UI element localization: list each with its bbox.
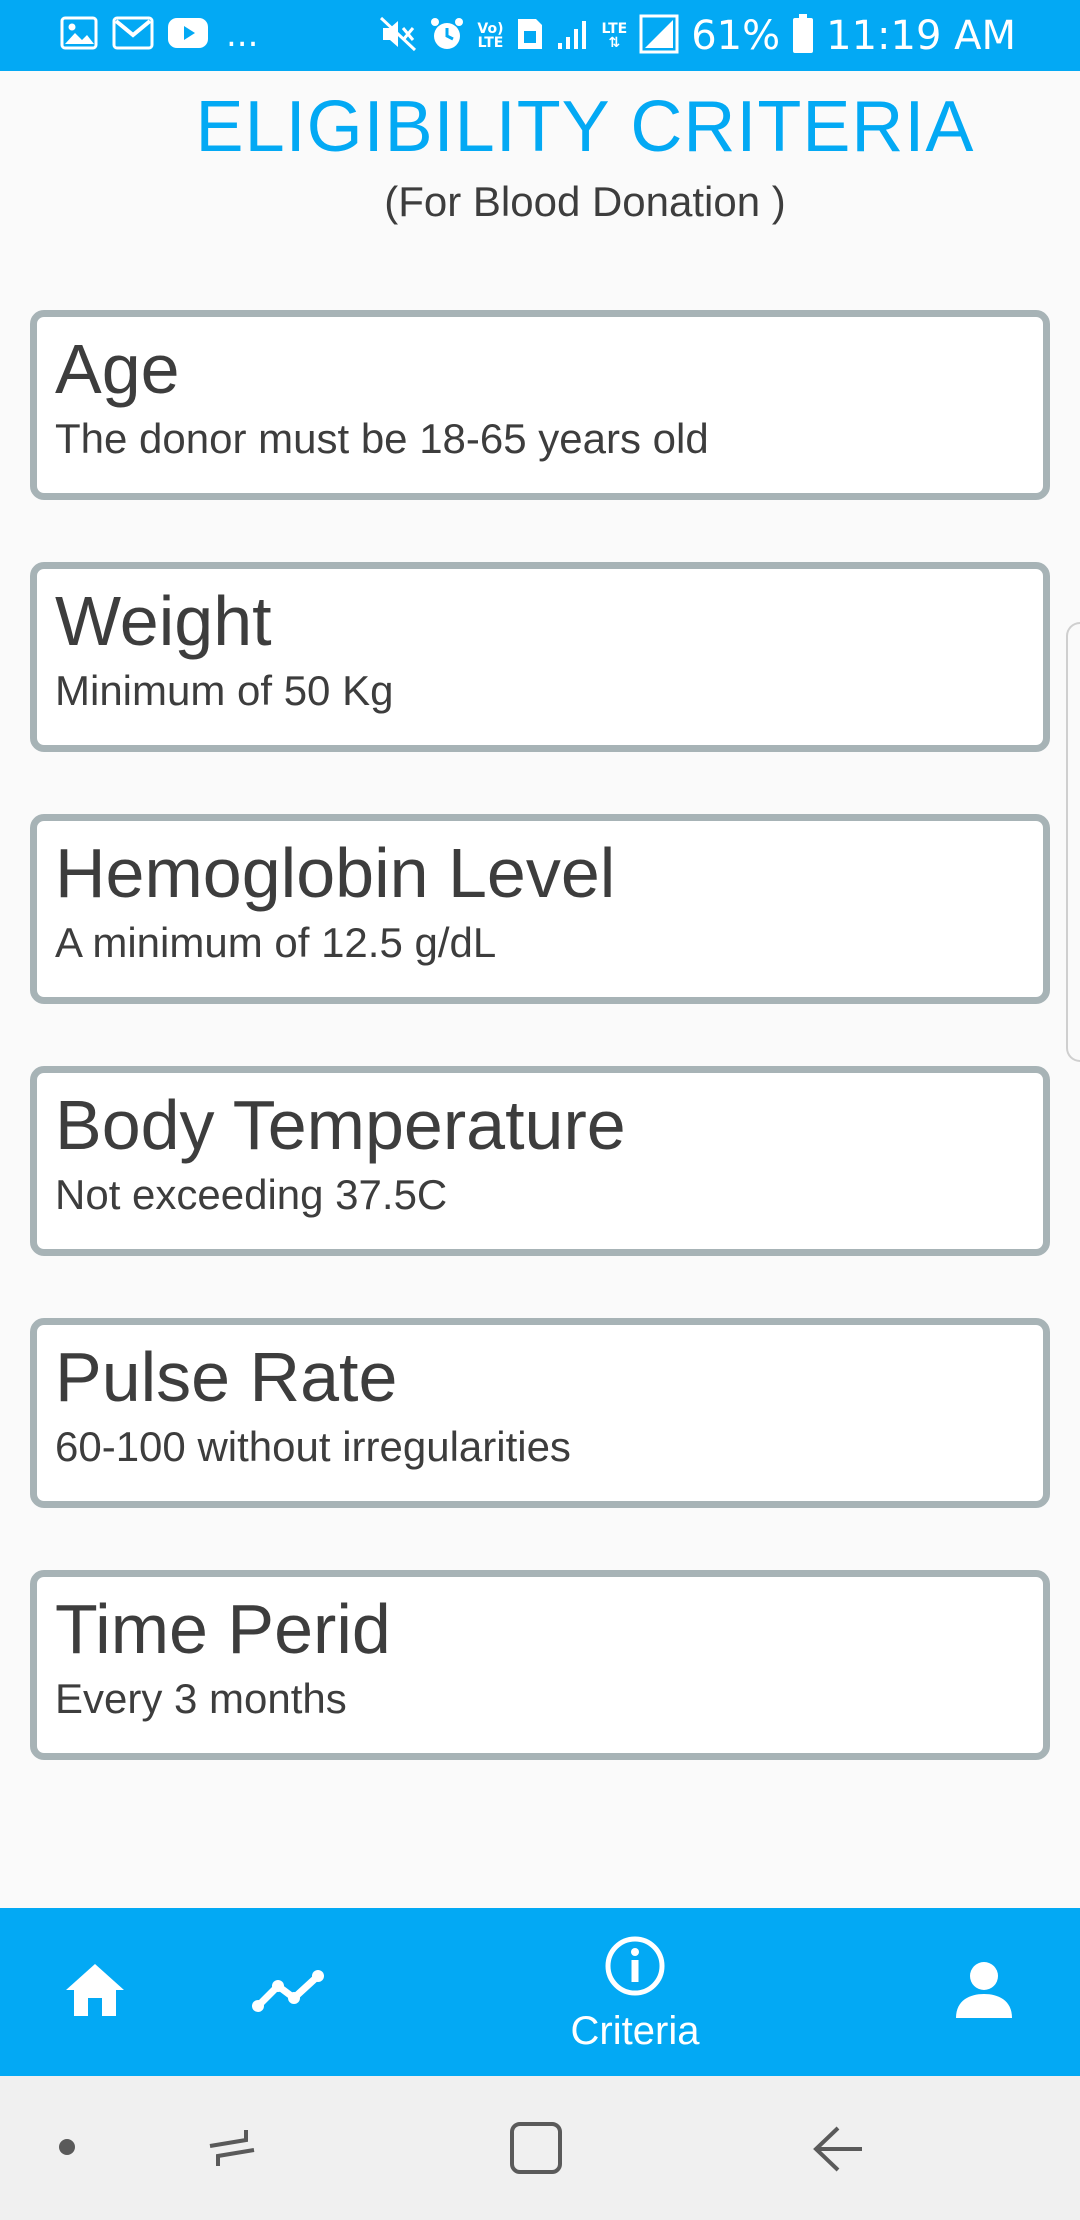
criteria-description: The donor must be 18-65 years old — [55, 415, 709, 462]
page-subtitle: (For Blood Donation ) — [384, 178, 786, 225]
system-status: Vo) LTE LTE ⇅ 61% 11:19 AM — [379, 10, 1016, 62]
criteria-title: Body Temperature — [55, 1086, 626, 1164]
criteria-card-hemoglobin: Hemoglobin Level A minimum of 12.5 g/dL — [30, 814, 1050, 1004]
info-icon — [603, 1934, 667, 2003]
criteria-description: A minimum of 12.5 g/dL — [55, 919, 497, 966]
person-icon — [952, 1958, 1016, 2027]
criteria-description: Every 3 months — [55, 1675, 347, 1722]
gmail-icon — [112, 16, 154, 54]
criteria-title: Time Perid — [55, 1590, 391, 1668]
page-title: ELIGIBILITY CRITERIA — [195, 87, 975, 167]
lte-indicator: LTE ⇅ — [601, 21, 628, 51]
nav-home[interactable] — [62, 1960, 128, 2025]
bottom-nav: Criteria — [0, 1908, 1080, 2076]
criteria-description: 60-100 without irregularities — [55, 1423, 571, 1470]
criteria-list: Age The donor must be 18-65 years old We… — [30, 310, 1050, 1822]
nav-profile[interactable] — [952, 1958, 1016, 2027]
more-notifications-indicator: ... — [226, 15, 259, 55]
alarm-icon — [429, 16, 465, 56]
nav-dot-icon[interactable] — [58, 2138, 76, 2161]
nav-criteria-label: Criteria — [570, 2009, 700, 2053]
home-button-icon[interactable] — [508, 2120, 564, 2181]
criteria-card-body-temperature: Body Temperature Not exceeding 37.5C — [30, 1066, 1050, 1256]
volte-icon: Vo) LTE — [477, 21, 504, 51]
nav-trends[interactable] — [250, 1968, 326, 2019]
criteria-title: Hemoglobin Level — [55, 834, 616, 912]
criteria-title: Age — [55, 330, 180, 408]
criteria-card-pulse-rate: Pulse Rate 60-100 without irregularities — [30, 1318, 1050, 1508]
signal-icon — [556, 17, 590, 55]
criteria-card-time-period: Time Perid Every 3 months — [30, 1570, 1050, 1760]
battery-icon — [792, 14, 814, 58]
youtube-icon — [168, 18, 208, 52]
trend-icon — [250, 1968, 326, 2019]
lte-signal-icon — [639, 14, 679, 58]
home-icon — [62, 1960, 128, 2025]
gallery-icon — [60, 16, 98, 54]
criteria-title: Weight — [55, 582, 272, 660]
criteria-title: Pulse Rate — [55, 1338, 398, 1416]
recent-apps-icon[interactable] — [206, 2126, 258, 2175]
criteria-card-age: Age The donor must be 18-65 years old — [30, 310, 1050, 500]
battery-percent: 61% — [691, 13, 781, 59]
back-icon[interactable] — [810, 2124, 866, 2179]
criteria-description: Not exceeding 37.5C — [55, 1171, 448, 1218]
mute-icon — [379, 16, 417, 56]
notification-icons: ... — [60, 16, 258, 54]
edge-panel-handle[interactable] — [1066, 622, 1080, 1062]
nav-criteria[interactable]: Criteria — [560, 1934, 710, 2054]
criteria-description: Minimum of 50 Kg — [55, 667, 394, 714]
clock: 11:19 AM — [826, 13, 1016, 59]
criteria-card-weight: Weight Minimum of 50 Kg — [30, 562, 1050, 752]
system-nav-bar — [0, 2076, 1080, 2220]
status-bar: ... Vo) LTE LTE ⇅ 61% 11:19 AM — [0, 0, 1080, 71]
sim-icon — [516, 17, 544, 55]
